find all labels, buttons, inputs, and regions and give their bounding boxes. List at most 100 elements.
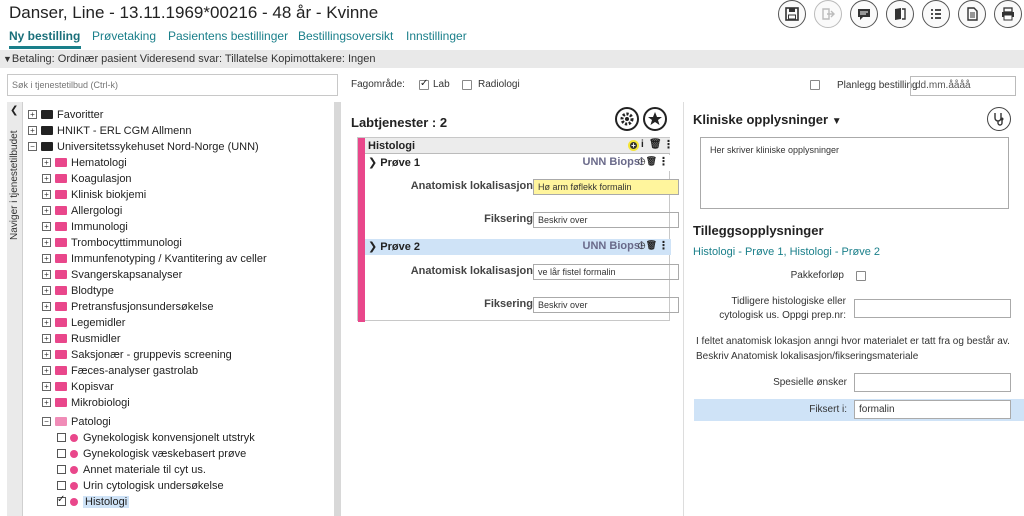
clock-icon[interactable]: ◷🗑: [638, 240, 657, 251]
comment-icon[interactable]: [850, 0, 878, 28]
print-icon[interactable]: [994, 0, 1022, 28]
tree-node[interactable]: + Immunologi: [42, 219, 128, 234]
tab-innstillinger[interactable]: Innstillinger: [406, 29, 467, 43]
tidligere-input[interactable]: [854, 299, 1011, 318]
add-icon[interactable]: +: [628, 140, 639, 151]
date-input[interactable]: dd.mm.åååå: [910, 76, 1016, 96]
tree-node-favoritter[interactable]: + Favoritter: [28, 107, 103, 122]
expand-icon[interactable]: +: [42, 350, 51, 359]
tree-scrollbar[interactable]: [334, 102, 341, 516]
expand-icon[interactable]: +: [42, 238, 51, 247]
tree-node[interactable]: + Immunfenotyping / Kvantitering av celle…: [42, 251, 267, 266]
tab-provetaking[interactable]: Prøvetaking: [92, 29, 156, 43]
leaf-checkbox[interactable]: [57, 465, 66, 474]
checklist-icon[interactable]: [922, 0, 950, 28]
anatomisk-input[interactable]: ve lår fistel formalin: [533, 264, 679, 280]
expand-icon[interactable]: +: [28, 110, 37, 119]
tree-node[interactable]: + Koagulasjon: [42, 171, 132, 186]
collapse-icon[interactable]: −: [42, 417, 51, 426]
kliniske-textarea[interactable]: Her skriver kliniske opplysninger: [700, 137, 1009, 209]
anatomisk-label: Anatomisk lokalisasjon: [410, 180, 533, 192]
expand-icon[interactable]: +: [42, 174, 51, 183]
tree-node[interactable]: + Blodtype: [42, 283, 114, 298]
expand-icon[interactable]: +: [42, 334, 51, 343]
tree-node-unn[interactable]: − Universitetssykehuset Nord-Norge (UNN): [28, 139, 259, 154]
lab-label: Lab: [433, 79, 450, 90]
expand-icon[interactable]: +: [42, 302, 51, 311]
tree-node[interactable]: + Mikrobiologi: [42, 395, 130, 410]
pakkeforlop-checkbox[interactable]: [856, 271, 866, 281]
save-icon[interactable]: [778, 0, 806, 28]
expand-icon[interactable]: +: [42, 286, 51, 295]
expand-icon[interactable]: +: [42, 398, 51, 407]
tree-node-patologi[interactable]: − Patologi: [42, 414, 111, 429]
document-icon[interactable]: [958, 0, 986, 28]
payment-bar[interactable]: ▼Betaling: Ordinær pasient Videresend sv…: [0, 50, 1024, 68]
expand-icon[interactable]: +: [42, 270, 51, 279]
tab-ny-bestilling[interactable]: Ny bestilling: [9, 29, 80, 43]
kliniske-title[interactable]: Kliniske opplysninger ▼: [693, 112, 842, 127]
tree-node[interactable]: + Pretransfusjonsundersøkelse: [42, 299, 213, 314]
radiologi-checkbox[interactable]: [462, 80, 472, 90]
more-icon[interactable]: ⋮: [658, 239, 669, 252]
navigation-strip[interactable]: ❮ Naviger i tjenestetilbudet: [7, 102, 23, 516]
expand-icon[interactable]: +: [42, 222, 51, 231]
gear-icon[interactable]: [615, 107, 639, 131]
tree-leaf[interactable]: Urin cytologisk undersøkelse: [57, 478, 224, 493]
expand-icon[interactable]: +: [42, 206, 51, 215]
tree-node[interactable]: + Kopisvar: [42, 379, 114, 394]
fiksering-input[interactable]: Beskriv over: [533, 212, 679, 228]
leaf-checkbox[interactable]: [57, 433, 66, 442]
patient-title: Danser, Line - 13.11.1969*00216 - 48 år …: [9, 3, 379, 22]
folder-icon: [55, 382, 67, 391]
prove-1-header[interactable]: ❯ Prøve 1 UNN Biopsi ◷🗑 ⋮: [365, 155, 671, 171]
fiksert-input[interactable]: formalin: [854, 400, 1011, 419]
service-search-input[interactable]: [7, 74, 338, 96]
tab-pasientens-bestillinger[interactable]: Pasientens bestillinger: [168, 29, 288, 43]
tab-bestillingsoversikt[interactable]: Bestillingsoversikt: [298, 29, 393, 43]
collapse-icon[interactable]: −: [28, 142, 37, 151]
tree-node[interactable]: + Klinisk biokjemi: [42, 187, 146, 202]
more-icon[interactable]: ⋮: [663, 138, 674, 151]
tillegg-samples-link[interactable]: Histologi - Prøve 1, Histologi - Prøve 2: [693, 246, 880, 258]
star-add-icon[interactable]: [643, 107, 667, 131]
tree-node[interactable]: + Rusmidler: [42, 331, 121, 346]
planlegg-checkbox[interactable]: [810, 80, 820, 90]
tree-node[interactable]: + Trombocyttimmunologi: [42, 235, 182, 250]
more-icon[interactable]: ⋮: [658, 155, 669, 168]
prove-2-header[interactable]: ❯ Prøve 2 UNN Biopsi ◷🗑 ⋮: [365, 239, 671, 255]
tree-leaf-histologi[interactable]: Histologi: [57, 494, 130, 509]
expand-icon[interactable]: +: [42, 366, 51, 375]
tree-leaf[interactable]: Gynekologisk konvensjonelt utstryk: [57, 430, 255, 445]
expand-icon[interactable]: +: [28, 126, 37, 135]
lab-checkbox[interactable]: [419, 78, 429, 90]
tree-node[interactable]: + Saksjonær - gruppevis screening: [42, 347, 232, 362]
trash-icon[interactable]: 🗑: [649, 139, 662, 150]
expand-icon[interactable]: +: [42, 318, 51, 327]
tree-leaf[interactable]: Gynekologisk væskebasert prøve: [57, 446, 246, 461]
info-icon[interactable]: i: [641, 139, 644, 150]
send-icon[interactable]: [814, 0, 842, 28]
expand-icon[interactable]: +: [42, 158, 51, 167]
fiksering-input[interactable]: Beskriv over: [533, 297, 679, 313]
leaf-checkbox[interactable]: [57, 494, 66, 506]
collapse-icon[interactable]: ❮: [10, 105, 18, 116]
stethoscope-icon[interactable]: [987, 107, 1011, 131]
expand-icon[interactable]: +: [42, 254, 51, 263]
leaf-checkbox[interactable]: [57, 481, 66, 490]
group-header: Histologi + i 🗑 ⋮: [365, 138, 674, 154]
tree-node[interactable]: + Allergologi: [42, 203, 122, 218]
tree-node[interactable]: + Fæces-analyser gastrolab: [42, 363, 198, 378]
expand-icon[interactable]: +: [42, 382, 51, 391]
tree-node[interactable]: + Hematologi: [42, 155, 127, 170]
anatomisk-input[interactable]: Hø arm føflekk formalin: [533, 179, 679, 195]
leaf-checkbox[interactable]: [57, 449, 66, 458]
book-icon[interactable]: [886, 0, 914, 28]
tree-node-hnikt[interactable]: + HNIKT - ERL CGM Allmenn: [28, 123, 191, 138]
tree-leaf[interactable]: Annet materiale til cyt us.: [57, 462, 206, 477]
tree-node[interactable]: + Svangerskapsanalyser: [42, 267, 182, 282]
expand-icon[interactable]: +: [42, 190, 51, 199]
tree-node[interactable]: + Legemidler: [42, 315, 125, 330]
spesielle-input[interactable]: [854, 373, 1011, 392]
clock-icon[interactable]: ◷🗑: [638, 156, 657, 167]
